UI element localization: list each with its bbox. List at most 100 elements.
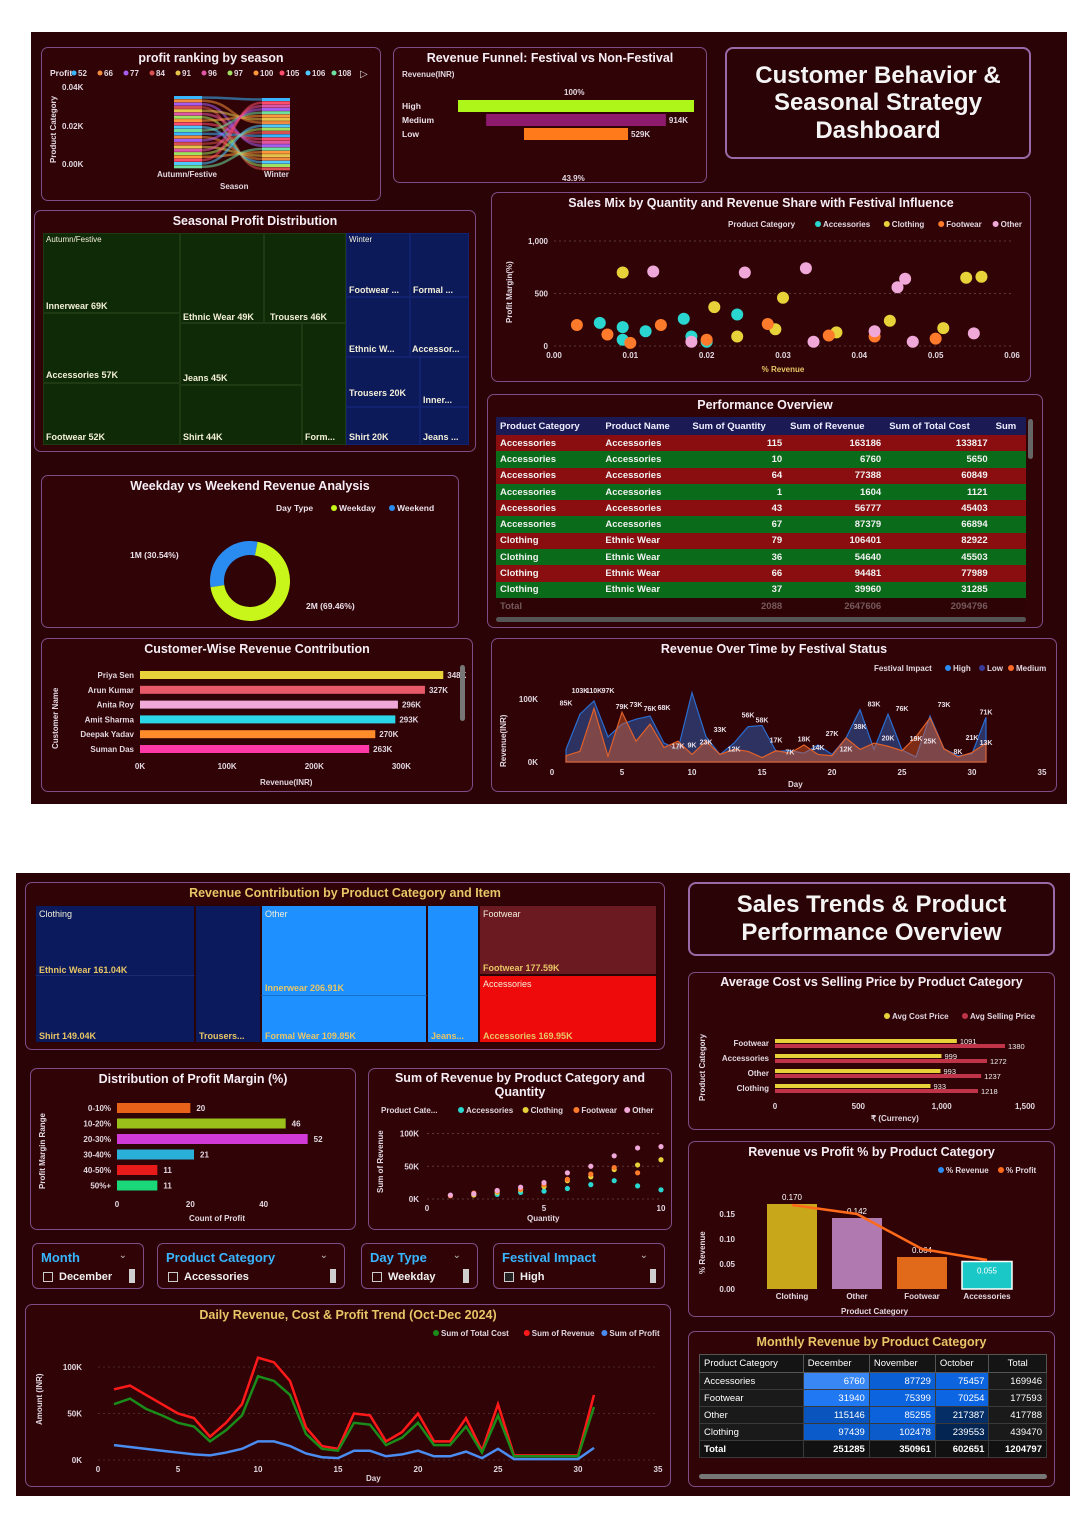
table-row[interactable]: Accessories 6760 87729 75457 169946 [699, 1372, 1047, 1390]
table-v-scrollbar[interactable] [1028, 419, 1033, 459]
revenue-bar[interactable] [767, 1204, 817, 1289]
scatter-point[interactable] [677, 312, 690, 325]
col-header[interactable]: October [934, 1354, 990, 1373]
tile-formal[interactable] [302, 323, 346, 445]
monthly-scrollbar[interactable] [699, 1474, 1047, 1479]
slicer-month[interactable]: Month ⌄ December [32, 1243, 144, 1289]
margin-bar[interactable] [117, 1149, 194, 1160]
tile-trousers[interactable] [195, 905, 261, 1043]
scatter-point[interactable] [593, 316, 606, 329]
sell-bar[interactable] [775, 1089, 978, 1093]
scatter-point[interactable] [601, 328, 614, 341]
chevron-down-icon[interactable]: ⌄ [640, 1250, 648, 1261]
table-row[interactable]: Footwear 31940 75399 70254 177593 [699, 1389, 1047, 1407]
scatter-point[interactable] [564, 1185, 570, 1192]
legend-next-icon[interactable]: ▷ [360, 69, 368, 80]
checkbox[interactable] [168, 1272, 178, 1282]
scatter-point[interactable] [658, 1187, 664, 1193]
scatter-point[interactable] [975, 270, 988, 283]
scatter-point[interactable] [777, 291, 789, 304]
scatter-point[interactable] [494, 1187, 500, 1194]
slicer-scrollbar[interactable] [330, 1269, 336, 1283]
cost-bar[interactable] [775, 1054, 942, 1058]
slicer-product-category[interactable]: Product Category ⌄ Accessories [157, 1243, 345, 1289]
col-header[interactable]: Product Category [496, 417, 602, 435]
col-header[interactable]: December [802, 1354, 870, 1373]
funnel-bar[interactable] [523, 128, 629, 140]
col-header[interactable]: Sum of Revenue [786, 417, 886, 435]
scatter-point[interactable] [611, 1178, 617, 1184]
scatter-point[interactable] [541, 1188, 547, 1194]
scatter-point[interactable] [700, 333, 713, 346]
customer-bar[interactable] [140, 685, 425, 694]
scatter-point[interactable] [906, 335, 919, 348]
area-series[interactable] [565, 706, 987, 763]
scatter-point[interactable] [635, 1162, 641, 1168]
scatter-point[interactable] [570, 319, 583, 331]
funnel-bar[interactable] [486, 114, 666, 126]
col-header[interactable]: Product Name [601, 417, 689, 435]
customer-bar[interactable] [140, 700, 398, 709]
scatter-point[interactable] [639, 325, 652, 338]
customer-bar[interactable] [140, 671, 444, 679]
table-row[interactable]: Other 115146 85255 217387 417788 [699, 1406, 1047, 1424]
checkbox[interactable] [43, 1272, 53, 1282]
donut-slice[interactable] [209, 541, 258, 588]
checkbox[interactable] [372, 1272, 382, 1282]
margin-bar[interactable] [117, 1103, 191, 1113]
scatter-point[interactable] [447, 1192, 453, 1198]
table-row[interactable]: Accessories Accessories 10 6760 5650 [496, 451, 1026, 468]
tile-w-trousers[interactable] [346, 357, 420, 407]
scatter-point[interactable] [799, 262, 812, 275]
scatter-point[interactable] [731, 330, 744, 343]
slicer-scrollbar[interactable] [463, 1269, 469, 1283]
table-h-scrollbar[interactable] [496, 617, 1026, 622]
scatter-point[interactable] [635, 1170, 641, 1176]
scatter-point[interactable] [822, 329, 835, 342]
chevron-down-icon[interactable]: ⌄ [320, 1250, 328, 1261]
scatter-point[interactable] [960, 271, 973, 284]
margin-bar[interactable] [117, 1134, 308, 1144]
table-row[interactable]: Accessories Accessories 67 87379 66894 [496, 516, 1026, 533]
col-header[interactable]: Sum [991, 417, 1026, 435]
table-row[interactable]: Clothing 97439 102478 239553 439470 [699, 1423, 1047, 1441]
chevron-down-icon[interactable]: ⌄ [453, 1250, 461, 1261]
customer-bar[interactable] [140, 715, 396, 724]
table-row[interactable]: Accessories Accessories 115 163186 133817 [496, 435, 1026, 452]
table-row[interactable]: Accessories Accessories 43 56777 45403 [496, 500, 1026, 517]
tile-trousers[interactable] [264, 233, 346, 323]
table-row[interactable]: Clothing Ethnic Wear 37 39960 31285 [496, 581, 1026, 598]
trend-line[interactable] [113, 1356, 596, 1457]
scatter-point[interactable] [635, 1145, 641, 1151]
scatter-point[interactable] [738, 266, 751, 279]
col-header[interactable]: Sum of Total Cost [885, 417, 992, 435]
revenue-bar[interactable] [832, 1218, 882, 1289]
scatter-point[interactable] [891, 281, 904, 294]
cost-bar[interactable] [775, 1039, 957, 1043]
customer-bar[interactable] [140, 745, 370, 753]
scatter-point[interactable] [541, 1180, 547, 1186]
scatter-point[interactable] [761, 317, 774, 330]
slicer-festival-impact[interactable]: Festival Impact ⌄ High [493, 1243, 665, 1289]
slicer-scrollbar[interactable] [129, 1269, 135, 1283]
funnel-bar[interactable] [458, 100, 694, 112]
scatter-point[interactable] [611, 1164, 617, 1171]
margin-bar[interactable] [117, 1118, 286, 1129]
checkbox[interactable] [504, 1272, 514, 1282]
scatter-point[interactable] [937, 322, 950, 335]
scatter-point[interactable] [647, 265, 660, 278]
slicer-day-type[interactable]: Day Type ⌄ Weekday [361, 1243, 478, 1289]
slicer-scrollbar[interactable] [650, 1269, 656, 1283]
scatter-point[interactable] [616, 266, 629, 279]
col-header[interactable]: Sum of Quantity [688, 417, 787, 435]
scatter-point[interactable] [883, 314, 896, 327]
cost-bar[interactable] [775, 1069, 941, 1073]
scatter-point[interactable] [616, 321, 629, 334]
scatter-point[interactable] [658, 1144, 664, 1150]
chevron-down-icon[interactable]: ⌄ [119, 1250, 127, 1261]
tile-ethnic[interactable] [180, 233, 264, 323]
customer-scrollbar[interactable] [460, 665, 465, 721]
scatter-point[interactable] [635, 1183, 641, 1189]
scatter-point[interactable] [685, 335, 698, 348]
scatter-point[interactable] [929, 332, 942, 345]
